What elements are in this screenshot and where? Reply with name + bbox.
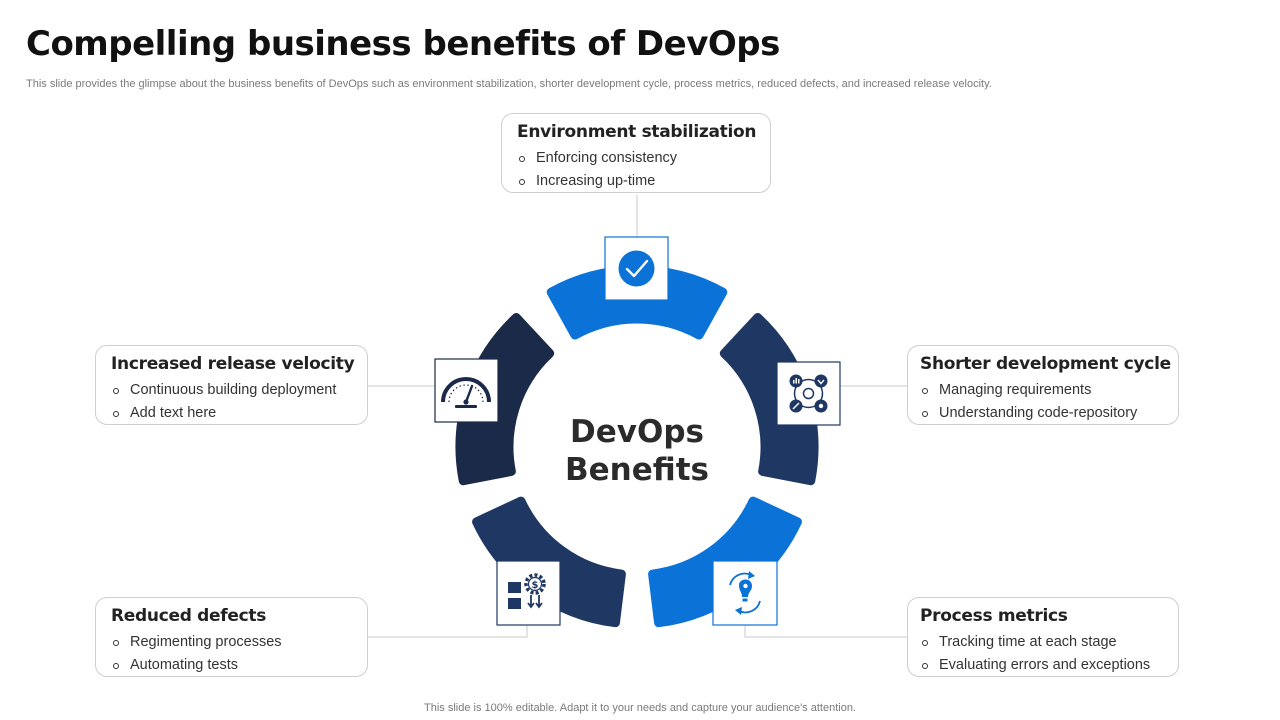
benefit-item: Continuous building deployment <box>111 380 336 403</box>
connector-bottom-right <box>744 625 907 638</box>
benefit-list: Regimenting processes Automating tests <box>111 632 282 678</box>
benefit-item: Enforcing consistency <box>517 148 677 171</box>
benefit-list: Enforcing consistency Increasing up-time <box>517 148 677 194</box>
benefit-list: Continuous building deployment Add text … <box>111 380 336 426</box>
benefit-item: Evaluating errors and exceptions <box>920 655 1150 678</box>
benefit-card-shorter-development-cycle: Shorter development cycle Managing requi… <box>907 345 1179 425</box>
benefit-item: Managing requirements <box>920 380 1137 403</box>
benefit-item: Understanding code-repository <box>920 403 1137 426</box>
workflow-cycle-icon <box>789 374 828 413</box>
benefit-item: Tracking time at each stage <box>920 632 1150 655</box>
tile-reduced-defects: $ <box>496 560 561 626</box>
connector-bottom-left <box>367 625 528 638</box>
benefit-title: Environment stabilization <box>517 122 757 142</box>
footer-note: This slide is 100% editable. Adapt it to… <box>424 702 856 714</box>
benefit-list: Tracking time at each stage Evaluating e… <box>920 632 1150 678</box>
benefit-item: Increasing up-time <box>517 171 677 194</box>
benefit-item: Automating tests <box>111 655 282 678</box>
benefit-card-environment-stabilization: Environment stabilization Enforcing cons… <box>501 113 771 193</box>
benefit-card-increased-release-velocity: Increased release velocity Continuous bu… <box>95 345 368 425</box>
tile-environment-stabilization <box>604 236 669 301</box>
benefit-title: Increased release velocity <box>111 354 355 374</box>
benefit-title: Process metrics <box>920 606 1068 626</box>
benefit-card-process-metrics: Process metrics Tracking time at each st… <box>907 597 1179 677</box>
checkmark-icon <box>618 250 655 287</box>
benefit-card-reduced-defects: Reduced defects Regimenting processes Au… <box>95 597 368 677</box>
benefit-title: Reduced defects <box>111 606 267 626</box>
benefit-list: Managing requirements Understanding code… <box>920 380 1137 426</box>
center-label-line1: DevOps <box>570 414 704 450</box>
benefit-item: Regimenting processes <box>111 632 282 655</box>
benefit-item: Add text here <box>111 403 336 426</box>
tile-increased-release-velocity <box>434 358 499 423</box>
benefit-title: Shorter development cycle <box>920 354 1171 374</box>
tile-shorter-development-cycle <box>776 361 841 426</box>
svg-text:$: $ <box>532 580 539 591</box>
center-label-line2: Benefits <box>565 452 709 488</box>
tile-process-metrics <box>712 560 778 626</box>
